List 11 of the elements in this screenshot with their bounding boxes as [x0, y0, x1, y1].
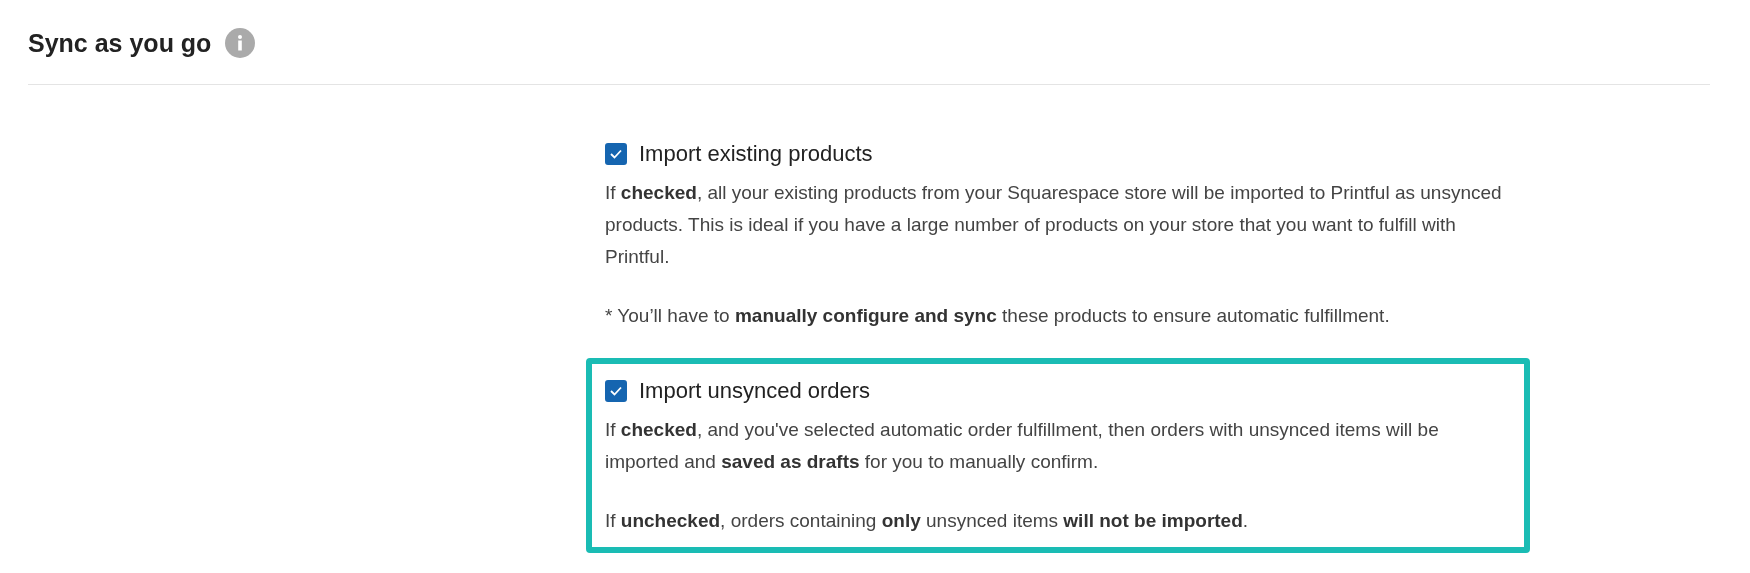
checkbox[interactable]	[605, 380, 627, 402]
section-title: Sync as you go	[28, 28, 212, 58]
checkmark-icon	[609, 385, 623, 397]
checkbox-label: Import unsynced orders	[639, 378, 871, 404]
description-text: If checked, all your existing products from your Squarespace store will be imported to Printful as unsynced products. This is ideal if you have a large number of products on your store that you want to fulfill with Printful.	[605, 181, 1503, 269]
checkmark-icon	[609, 148, 623, 160]
description-text: * You’ll have to manually configure and sync these products to ensure automatic fulfillment.	[605, 304, 1391, 328]
checkbox[interactable]	[605, 143, 627, 165]
description-text: If unchecked, orders containing only unsynced items will not be imported.	[605, 509, 1250, 533]
checkbox-label: Import existing products	[639, 141, 873, 167]
description-text: If checked, and you've selected automatic order fulfillment, then orders with unsynced items will be imported and saved as drafts for you to manually confirm.	[605, 418, 1440, 474]
